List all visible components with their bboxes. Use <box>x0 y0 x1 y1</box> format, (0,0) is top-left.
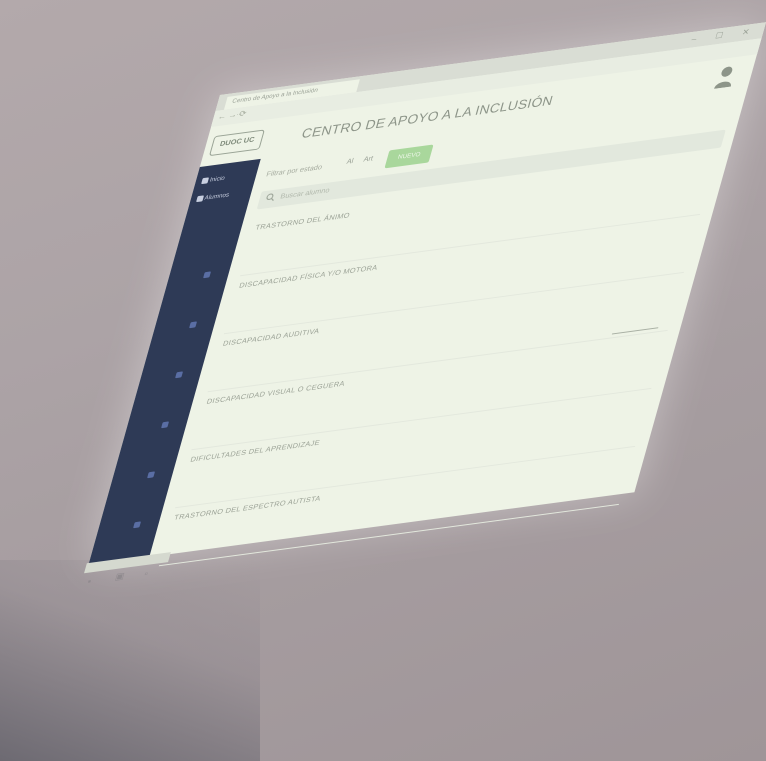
search-input[interactable]: Buscar alumno <box>279 187 330 201</box>
list-marker-icon <box>147 471 156 479</box>
nav-arrows-icon[interactable]: ← → ⟳ <box>217 109 248 122</box>
list-item-label: DISCAPACIDAD AUDITIVA <box>221 328 321 348</box>
filter-label: Filtrar por estado <box>265 164 323 179</box>
sidebar-item-label: Alumnos <box>203 192 230 202</box>
user-icon[interactable] <box>713 64 738 89</box>
logo[interactable]: DUOC UC <box>208 129 265 157</box>
list-marker-icon <box>203 271 212 279</box>
new-button[interactable]: NUEVO <box>384 144 434 169</box>
filter-chip[interactable]: Al <box>346 158 355 166</box>
sidebar-item-label: Inicio <box>208 175 226 184</box>
list-marker-icon <box>133 521 142 529</box>
wall-shadow <box>0 560 260 761</box>
list-marker-icon <box>175 371 184 379</box>
list-marker-icon <box>161 421 170 429</box>
projected-screen: Centro de Apoyo a la Inclusión – ☐ ✕ ← →… <box>84 22 766 586</box>
list-item-label: TRASTORNO DEL ÁNIMO <box>254 212 351 232</box>
filter-chip[interactable]: Art <box>363 155 374 163</box>
search-icon <box>264 192 277 204</box>
list-marker-icon <box>189 321 198 329</box>
